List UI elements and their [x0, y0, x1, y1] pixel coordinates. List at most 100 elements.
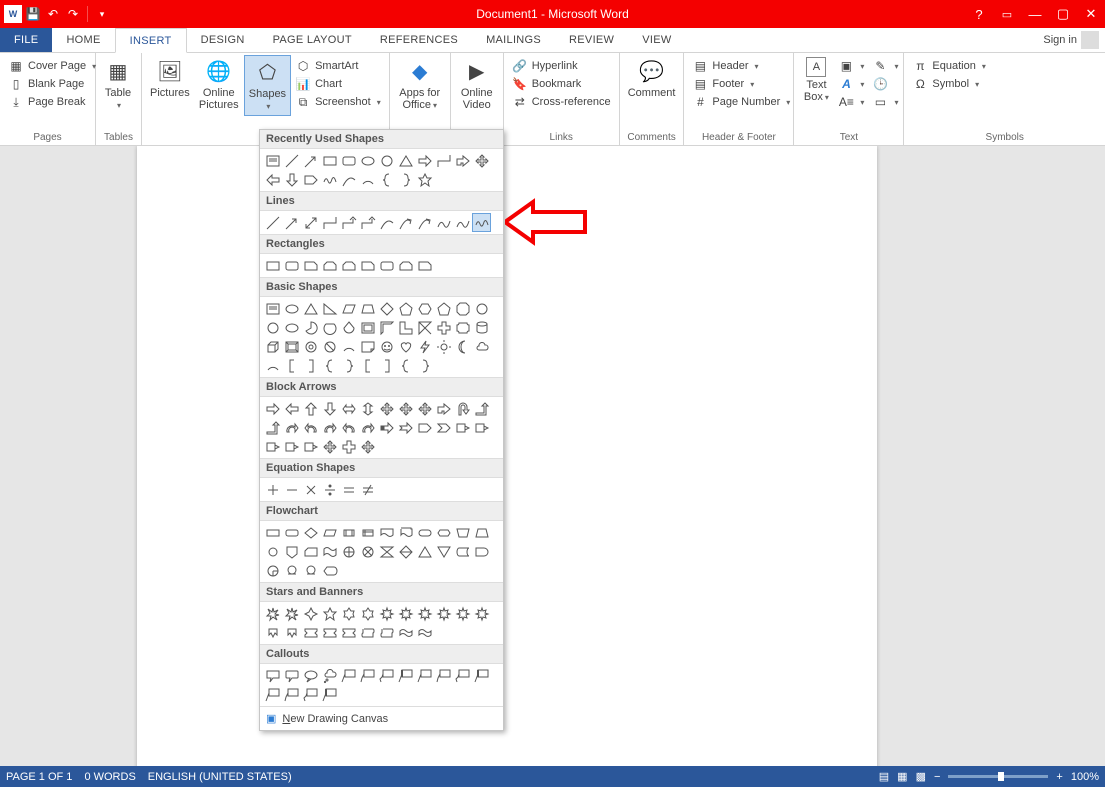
- shape-fcman[interactable]: [453, 523, 472, 542]
- qa-customize-icon[interactable]: ▾: [93, 5, 111, 23]
- view-web-icon[interactable]: ▩: [916, 770, 926, 783]
- shape-rbrace[interactable]: [396, 170, 415, 189]
- shapes-button[interactable]: ⬠Shapes▾: [244, 55, 291, 116]
- shape-eq[interactable]: [339, 480, 358, 499]
- shape-star5[interactable]: [320, 604, 339, 623]
- shape-quad[interactable]: [472, 151, 491, 170]
- drop-cap-button[interactable]: A≡▾: [834, 93, 868, 111]
- equation-button[interactable]: πEquation▾: [908, 57, 989, 75]
- shape-pentr[interactable]: [301, 170, 320, 189]
- shape-rarrow[interactable]: [415, 151, 434, 170]
- shape-callline[interactable]: [263, 685, 282, 704]
- undo-icon[interactable]: ↶: [44, 5, 62, 23]
- shape-fcmag[interactable]: [301, 561, 320, 580]
- quick-parts-button[interactable]: ▣▾: [834, 57, 868, 75]
- shape-lshape[interactable]: [396, 318, 415, 337]
- new-drawing-canvas[interactable]: ▣ New Drawing Canvas: [260, 706, 503, 730]
- online-pictures-button[interactable]: 🌐Online Pictures: [194, 55, 244, 113]
- status-page[interactable]: PAGE 1 OF 1: [6, 771, 72, 783]
- shape-darrow[interactable]: [320, 399, 339, 418]
- shape-curvel[interactable]: [339, 418, 358, 437]
- shape-cross[interactable]: [434, 318, 453, 337]
- shape-arc[interactable]: [358, 170, 377, 189]
- shape-star5[interactable]: [415, 170, 434, 189]
- shape-rbrace[interactable]: [415, 356, 434, 375]
- shape-snip1[interactable]: [358, 256, 377, 275]
- shape-callline3[interactable]: [453, 666, 472, 685]
- shape-fcmag[interactable]: [282, 561, 301, 580]
- shape-expl[interactable]: [263, 604, 282, 623]
- tab-mailings[interactable]: MAILINGS: [472, 28, 555, 52]
- shape-rect[interactable]: [263, 256, 282, 275]
- shape-fcmdoc[interactable]: [396, 523, 415, 542]
- shape-lbrk[interactable]: [358, 356, 377, 375]
- online-video-button[interactable]: ▶Online Video: [455, 55, 499, 113]
- shape-div[interactable]: [320, 480, 339, 499]
- shape-pent[interactable]: [434, 299, 453, 318]
- shape-circ[interactable]: [263, 318, 282, 337]
- shape-oval[interactable]: [282, 318, 301, 337]
- shape-curvel[interactable]: [301, 418, 320, 437]
- shape-bevel[interactable]: [282, 337, 301, 356]
- symbol-button[interactable]: ΩSymbol▾: [908, 75, 989, 93]
- shape-callline3[interactable]: [301, 685, 320, 704]
- shape-rect[interactable]: [320, 151, 339, 170]
- shape-darrow[interactable]: [282, 170, 301, 189]
- shape-callbar[interactable]: [320, 685, 339, 704]
- help-button[interactable]: ?: [965, 0, 993, 28]
- shape-sun[interactable]: [434, 337, 453, 356]
- shape-elbowa[interactable]: [358, 213, 377, 232]
- view-print-icon[interactable]: ▦: [897, 770, 907, 783]
- shape-star8[interactable]: [434, 604, 453, 623]
- bookmark-button[interactable]: 🔖Bookmark: [508, 75, 615, 93]
- tab-references[interactable]: REFERENCES: [366, 28, 472, 52]
- shape-freeform[interactable]: [453, 213, 472, 232]
- shape-circ[interactable]: [377, 151, 396, 170]
- shape-folded[interactable]: [358, 337, 377, 356]
- shape-cube[interactable]: [263, 337, 282, 356]
- shape-pentr[interactable]: [415, 418, 434, 437]
- chart-button[interactable]: 📊Chart: [291, 75, 385, 93]
- shape-halfframe[interactable]: [377, 318, 396, 337]
- zoom-slider[interactable]: [948, 775, 1048, 778]
- shape-calloval[interactable]: [301, 666, 320, 685]
- shape-plaque[interactable]: [453, 318, 472, 337]
- maximize-button[interactable]: ▢: [1049, 0, 1077, 28]
- shape-quad[interactable]: [377, 399, 396, 418]
- shape-moon[interactable]: [453, 337, 472, 356]
- shape-diamond[interactable]: [377, 299, 396, 318]
- shape-callr[interactable]: [453, 418, 472, 437]
- shape-fcprep[interactable]: [434, 523, 453, 542]
- shape-larrow[interactable]: [263, 170, 282, 189]
- screenshot-button[interactable]: ⧉Screenshot▾: [291, 93, 385, 111]
- shape-rtri[interactable]: [320, 299, 339, 318]
- shape-rbrk[interactable]: [301, 356, 320, 375]
- shape-para[interactable]: [339, 299, 358, 318]
- shape-fcconn[interactable]: [263, 542, 282, 561]
- shape-curvea[interactable]: [415, 213, 434, 232]
- shape-star6[interactable]: [358, 604, 377, 623]
- shape-noSym[interactable]: [320, 337, 339, 356]
- shape-uturn[interactable]: [453, 399, 472, 418]
- shape-circ[interactable]: [472, 299, 491, 318]
- shape-lbrk[interactable]: [282, 356, 301, 375]
- shape-fctape[interactable]: [320, 542, 339, 561]
- shape-fccard[interactable]: [301, 542, 320, 561]
- shape-callline2[interactable]: [358, 666, 377, 685]
- shape-lbrace[interactable]: [377, 170, 396, 189]
- minimize-button[interactable]: —: [1021, 0, 1049, 28]
- shape-lbrace[interactable]: [320, 356, 339, 375]
- shape-fcproc[interactable]: [263, 523, 282, 542]
- sign-in[interactable]: Sign in: [1037, 28, 1105, 52]
- shape-callbar[interactable]: [472, 666, 491, 685]
- shape-curver[interactable]: [282, 418, 301, 437]
- shape-neq[interactable]: [358, 480, 377, 499]
- shape-line[interactable]: [282, 151, 301, 170]
- view-read-icon[interactable]: ▤: [879, 770, 889, 783]
- shape-callr[interactable]: [301, 437, 320, 456]
- shape-rbrace[interactable]: [339, 356, 358, 375]
- shape-callr[interactable]: [263, 437, 282, 456]
- shape-curve[interactable]: [339, 170, 358, 189]
- shape-callline2[interactable]: [282, 685, 301, 704]
- shape-callr[interactable]: [472, 418, 491, 437]
